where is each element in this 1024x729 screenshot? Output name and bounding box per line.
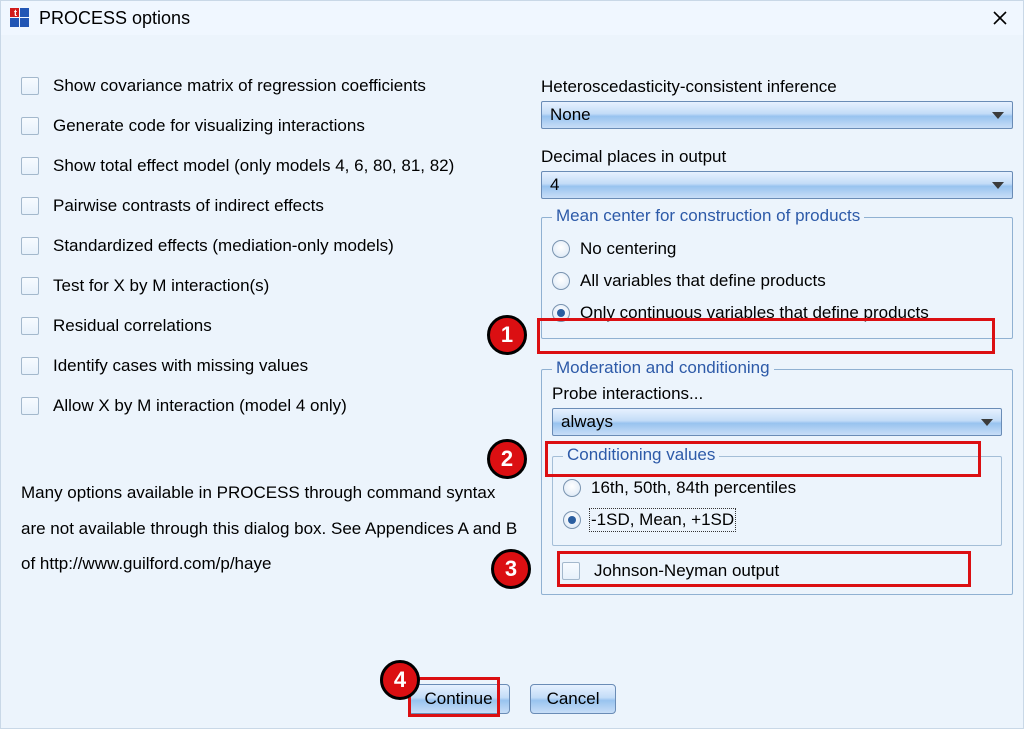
check-johnson-neyman[interactable]: Johnson-Neyman output (562, 560, 1002, 582)
check-viz-code[interactable]: Generate code for visualizing interactio… (21, 115, 521, 137)
check-standardized[interactable]: Standardized effects (mediation-only mod… (21, 235, 521, 257)
checkbox[interactable] (562, 562, 580, 580)
left-column: Show covariance matrix of regression coe… (21, 75, 521, 595)
conditioning-values-group: Conditioning values 16th, 50th, 84th per… (552, 456, 1002, 546)
check-missing[interactable]: Identify cases with missing values (21, 355, 521, 377)
radio-no-centering[interactable]: No centering (552, 238, 1002, 260)
checkbox[interactable] (21, 117, 39, 135)
radio-sd[interactable]: -1SD, Mean, +1SD (563, 509, 991, 531)
mean-center-legend: Mean center for construction of products (552, 206, 864, 226)
dialog-window: t PROCESS options Show covariance matrix… (0, 0, 1024, 729)
check-xm-interaction-test[interactable]: Test for X by M interaction(s) (21, 275, 521, 297)
close-icon (992, 10, 1008, 26)
decimal-value: 4 (550, 175, 559, 195)
chevron-down-icon (992, 105, 1004, 125)
titlebar: t PROCESS options (1, 1, 1023, 35)
mean-center-group: Mean center for construction of products… (541, 217, 1013, 339)
hc-dropdown[interactable]: None (541, 101, 1013, 129)
app-icon: t (9, 7, 31, 29)
hc-value: None (550, 105, 591, 125)
decimal-dropdown[interactable]: 4 (541, 171, 1013, 199)
moderation-group: Moderation and conditioning Probe intera… (541, 369, 1013, 595)
checkbox[interactable] (21, 237, 39, 255)
chevron-down-icon (981, 412, 993, 432)
probe-dropdown[interactable]: always (552, 408, 1002, 436)
radio-icon[interactable] (563, 511, 581, 529)
hc-label: Heteroscedasticity-consistent inference (541, 77, 1013, 97)
radio-icon[interactable] (563, 479, 581, 497)
radio-icon[interactable] (552, 304, 570, 322)
chevron-down-icon (992, 175, 1004, 195)
checkbox[interactable] (21, 357, 39, 375)
checkbox[interactable] (21, 397, 39, 415)
syntax-note: Many options available in PROCESS throug… (21, 475, 521, 582)
continue-button[interactable]: Continue (408, 684, 510, 714)
dialog-title: PROCESS options (39, 8, 983, 29)
checkbox[interactable] (21, 77, 39, 95)
probe-value: always (561, 412, 613, 432)
dialog-body: Show covariance matrix of regression coe… (1, 35, 1023, 595)
check-covariance[interactable]: Show covariance matrix of regression coe… (21, 75, 521, 97)
checkbox[interactable] (21, 277, 39, 295)
check-pairwise[interactable]: Pairwise contrasts of indirect effects (21, 195, 521, 217)
right-column: Heteroscedasticity-consistent inference … (541, 75, 1013, 595)
radio-all-vars[interactable]: All variables that define products (552, 270, 1002, 292)
check-allow-xm[interactable]: Allow X by M interaction (model 4 only) (21, 395, 521, 417)
probe-label: Probe interactions... (552, 384, 1002, 404)
svg-text:t: t (14, 8, 17, 18)
checkbox[interactable] (21, 197, 39, 215)
radio-icon[interactable] (552, 272, 570, 290)
checkbox[interactable] (21, 317, 39, 335)
radio-percentiles[interactable]: 16th, 50th, 84th percentiles (563, 477, 991, 499)
check-total-effect[interactable]: Show total effect model (only models 4, … (21, 155, 521, 177)
radio-icon[interactable] (552, 240, 570, 258)
radio-continuous-vars[interactable]: Only continuous variables that define pr… (552, 302, 1002, 324)
close-button[interactable] (983, 4, 1017, 32)
cancel-button[interactable]: Cancel (530, 684, 617, 714)
decimal-label: Decimal places in output (541, 147, 1013, 167)
conditioning-legend: Conditioning values (563, 445, 719, 465)
checkbox[interactable] (21, 157, 39, 175)
check-residual-corr[interactable]: Residual correlations (21, 315, 521, 337)
button-row: Continue Cancel (1, 684, 1023, 714)
moderation-legend: Moderation and conditioning (552, 358, 774, 378)
